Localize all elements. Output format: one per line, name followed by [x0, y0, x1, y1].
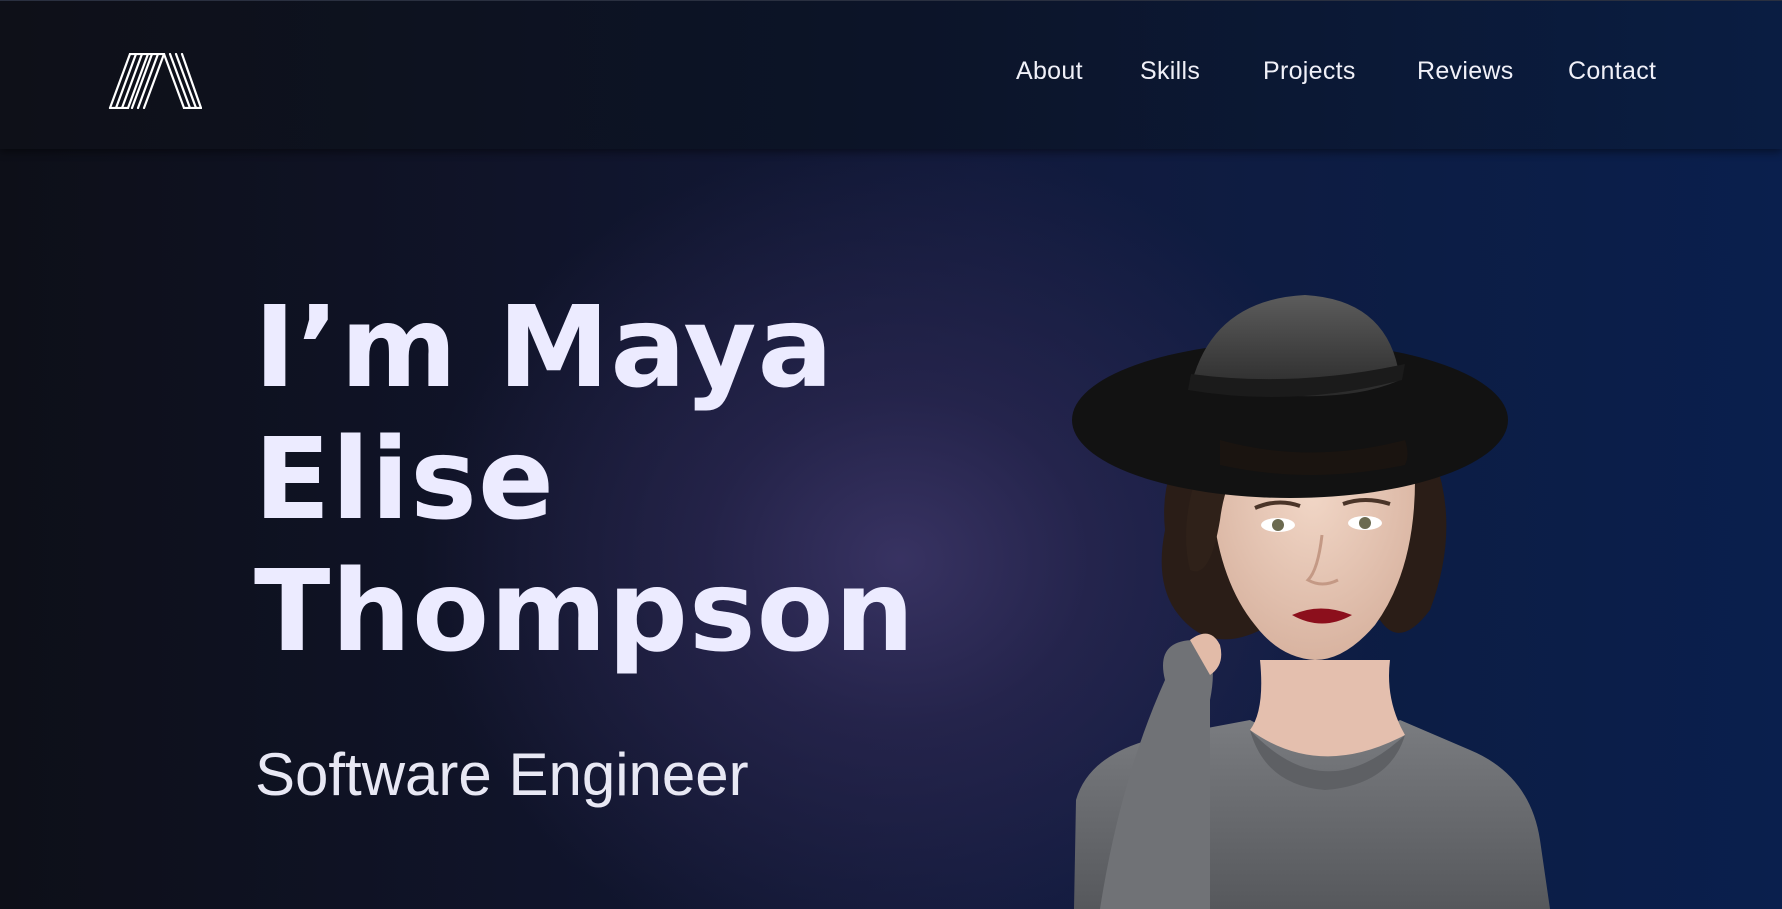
nav-link-about[interactable]: About	[1016, 57, 1083, 86]
main-nav: About Skills Projects Reviews Contact	[0, 57, 1782, 91]
portfolio-page: About Skills Projects Reviews Contact I’…	[0, 0, 1782, 909]
portrait-photo	[1072, 295, 1550, 909]
hero-title: I’m Maya Elise Thompson	[254, 282, 915, 678]
hero-title-line: Elise	[254, 415, 555, 545]
hero-subtitle: Software Engineer	[255, 741, 749, 808]
site-header: About Skills Projects Reviews Contact	[0, 0, 1782, 149]
hero-title-line: I’m Maya	[254, 283, 835, 413]
hero-title-line: Thompson	[254, 547, 916, 677]
nav-link-contact[interactable]: Contact	[1568, 57, 1656, 86]
nav-link-projects[interactable]: Projects	[1263, 57, 1356, 86]
nav-link-skills[interactable]: Skills	[1140, 57, 1200, 86]
nav-link-reviews[interactable]: Reviews	[1417, 57, 1514, 86]
